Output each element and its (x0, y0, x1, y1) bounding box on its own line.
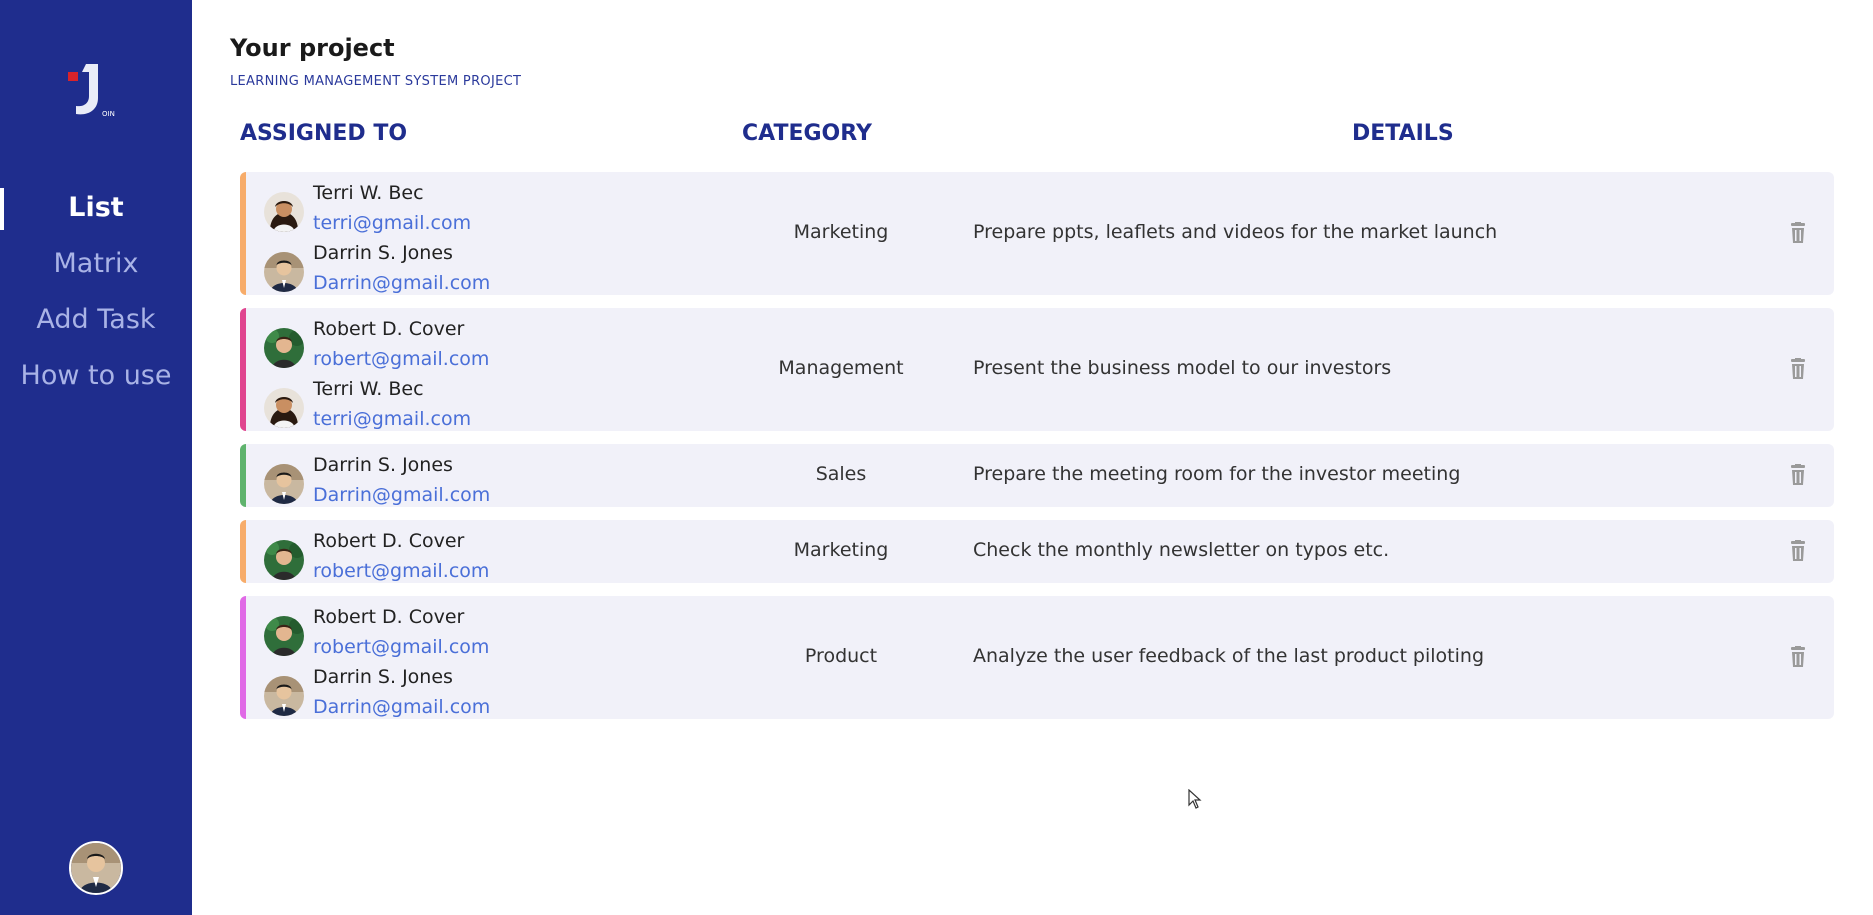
assignee-avatar (264, 540, 304, 580)
column-header-details: DETAILS (1352, 121, 1454, 146)
assignee: Robert D. Cover robert@gmail.com (264, 314, 489, 374)
assignee-name: Darrin S. Jones (313, 242, 453, 264)
sidebar: OIN List Matrix Add Task How to use (0, 0, 192, 915)
task-list: Terri W. Bec terri@gmail.com Darrin S. Jon… (240, 172, 1834, 732)
assignee-avatar (264, 464, 304, 504)
assignee-avatar (264, 252, 304, 292)
assignee-list: Robert D. Cover robert@gmail.com Terri W. … (264, 314, 489, 434)
task-row[interactable]: Darrin S. Jones Darrin@gmail.com Sales Prep… (240, 444, 1834, 507)
trash-icon[interactable] (1788, 222, 1808, 244)
assignee-avatar (264, 388, 304, 428)
project-subtitle: LEARNING MANAGEMENT SYSTEM PROJECT (230, 74, 522, 89)
task-details: Present the business model to our invest… (973, 357, 1392, 379)
page-title: Your project (230, 34, 395, 62)
assignee: Darrin S. Jones Darrin@gmail.com (264, 450, 490, 510)
assignee-avatar (264, 328, 304, 368)
assignee-name: Darrin S. Jones (313, 454, 453, 476)
assignee-email-link[interactable]: Darrin@gmail.com (313, 480, 490, 510)
assignee-email-link[interactable]: robert@gmail.com (313, 556, 489, 586)
nav-item-matrix[interactable]: Matrix (0, 236, 192, 292)
assignee-name: Terri W. Bec (313, 182, 424, 204)
task-row[interactable]: Terri W. Bec terri@gmail.com Darrin S. Jon… (240, 172, 1834, 295)
task-details: Prepare the meeting room for the investo… (973, 463, 1461, 485)
logo-letters: OIN (102, 110, 115, 118)
sidebar-nav: List Matrix Add Task How to use (0, 180, 192, 404)
assignee-list: Robert D. Cover robert@gmail.com (264, 526, 489, 586)
task-details: Check the monthly newsletter on typos et… (973, 539, 1390, 561)
task-details: Prepare ppts, leaflets and videos for th… (973, 221, 1498, 243)
assignee-name: Robert D. Cover (313, 606, 465, 628)
nav-item-add-task[interactable]: Add Task (0, 292, 192, 348)
assignee: Robert D. Cover robert@gmail.com (264, 526, 489, 586)
main-content: Your project LEARNING MANAGEMENT SYSTEM … (192, 0, 1873, 915)
assignee-email-link[interactable]: robert@gmail.com (313, 344, 489, 374)
assignee-name: Terri W. Bec (313, 378, 424, 400)
assignee-email-link[interactable]: robert@gmail.com (313, 632, 490, 662)
assignee-email-link[interactable]: Darrin@gmail.com (313, 268, 490, 298)
assignee-name: Robert D. Cover (313, 318, 465, 340)
app: OIN List Matrix Add Task How to use Your… (0, 0, 1873, 915)
task-row[interactable]: Robert D. Cover robert@gmail.com Terri W. … (240, 308, 1834, 431)
assignee: Terri W. Bec terri@gmail.com (264, 374, 489, 434)
nav-item-list[interactable]: List (0, 180, 192, 236)
nav-item-how-to-use[interactable]: How to use (0, 348, 192, 404)
assignee: Terri W. Bec terri@gmail.com (264, 178, 490, 238)
assignee: Darrin S. Jones Darrin@gmail.com (264, 238, 490, 298)
task-row[interactable]: Robert D. Cover robert@gmail.com Marketing… (240, 520, 1834, 583)
trash-icon[interactable] (1788, 464, 1808, 486)
assignee-email-link[interactable]: terri@gmail.com (313, 404, 489, 434)
trash-icon[interactable] (1788, 540, 1808, 562)
assignee: Robert D. Cover robert@gmail.com (264, 602, 490, 662)
assignee-email-link[interactable]: terri@gmail.com (313, 208, 490, 238)
assignee-name: Robert D. Cover (313, 530, 465, 552)
column-header-category: CATEGORY (742, 121, 872, 146)
assignee-avatar (264, 616, 304, 656)
assignee-list: Darrin S. Jones Darrin@gmail.com (264, 450, 490, 510)
join-logo[interactable]: OIN (68, 60, 120, 120)
task-row[interactable]: Robert D. Cover robert@gmail.com Darrin S.… (240, 596, 1834, 719)
assignee-list: Robert D. Cover robert@gmail.com Darrin S.… (264, 602, 490, 722)
assignee-list: Terri W. Bec terri@gmail.com Darrin S. Jon… (264, 178, 490, 298)
trash-icon[interactable] (1788, 358, 1808, 380)
mouse-cursor-icon (1188, 788, 1202, 813)
assignee: Darrin S. Jones Darrin@gmail.com (264, 662, 490, 722)
assignee-avatar (264, 676, 304, 716)
user-avatar[interactable] (69, 841, 123, 895)
assignee-name: Darrin S. Jones (313, 666, 453, 688)
assignee-avatar (264, 192, 304, 232)
assignee-email-link[interactable]: Darrin@gmail.com (313, 692, 490, 722)
task-details: Analyze the user feedback of the last pr… (973, 645, 1485, 667)
trash-icon[interactable] (1788, 646, 1808, 668)
column-header-assigned: ASSIGNED TO (240, 121, 408, 146)
